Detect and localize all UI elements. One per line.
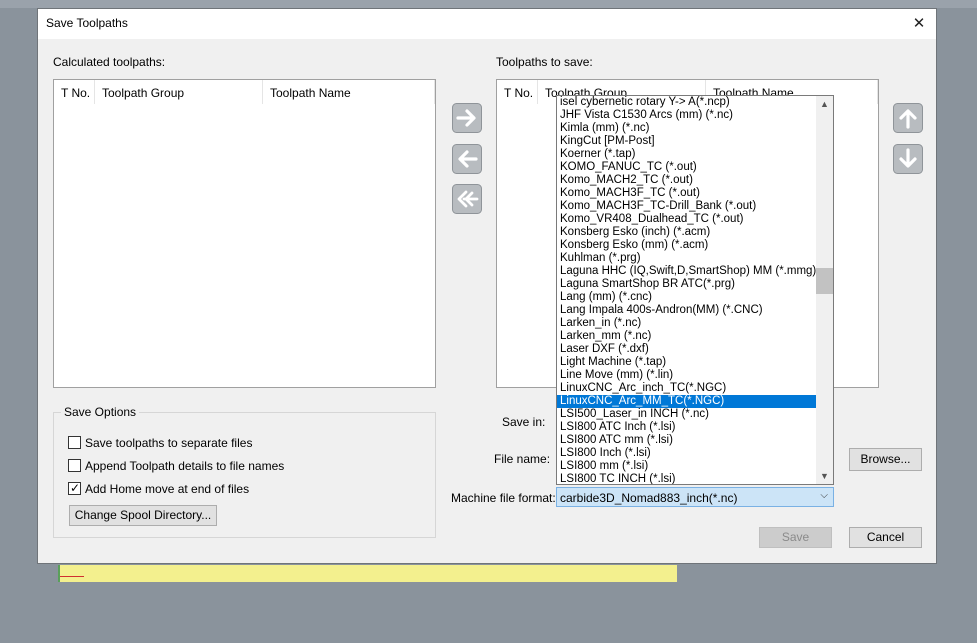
arrow-left-icon <box>452 144 482 174</box>
calculated-toolpaths-label: Calculated toolpaths: <box>53 55 166 69</box>
change-spool-directory-button[interactable]: Change Spool Directory... <box>69 505 217 526</box>
column-header-name[interactable]: Toolpath Name <box>263 80 435 104</box>
format-option[interactable]: Koerner (*.tap) <box>557 148 833 161</box>
format-option[interactable]: LinuxCNC_Arc_inch_TC(*.NGC) <box>557 382 833 395</box>
format-option[interactable]: isel cybernetic rotary Y-> A(*.ncp) <box>557 96 833 109</box>
format-option[interactable]: LSI800 mm (*.lsi) <box>557 460 833 473</box>
browse-button[interactable]: Browse... <box>849 448 922 471</box>
machine-format-value: carbide3D_Nomad883_inch(*.nc) <box>560 491 738 505</box>
format-option[interactable]: Lang Impala 400s-Andron(MM) (*.CNC) <box>557 304 833 317</box>
checkbox-label: Save toolpaths to separate files <box>85 436 253 450</box>
format-option[interactable]: Komo_MACH3F_TC (*.out) <box>557 187 833 200</box>
toolpaths-to-save-label: Toolpaths to save: <box>496 55 593 69</box>
check-icon: ✓ <box>70 481 81 495</box>
format-option[interactable]: LSI500_Laser_in INCH (*.nc) <box>557 408 833 421</box>
machine-format-select[interactable]: carbide3D_Nomad883_inch(*.nc) ⌵ <box>556 487 834 507</box>
double-arrow-left-icon <box>452 184 482 214</box>
arrow-right-icon <box>452 103 482 133</box>
arrow-up-icon <box>893 103 923 133</box>
title-bar: Save Toolpaths ✕ <box>38 9 936 39</box>
checkbox-label: Append Toolpath details to file names <box>85 459 285 473</box>
format-option[interactable]: LSI800 Inch (*.lsi) <box>557 447 833 460</box>
format-option[interactable]: Komo_MACH3F_TC-Drill_Bank (*.out) <box>557 200 833 213</box>
close-icon[interactable]: ✕ <box>908 13 930 35</box>
dialog-title: Save Toolpaths <box>46 16 128 30</box>
format-option[interactable]: LSI800 ATC mm (*.lsi) <box>557 434 833 447</box>
scroll-down-icon[interactable]: ▼ <box>816 469 833 483</box>
save-toolpaths-dialog: Save Toolpaths ✕ Calculated toolpaths: T… <box>37 8 937 564</box>
background-toolpath-line <box>60 576 84 583</box>
save-button[interactable]: Save <box>759 527 832 548</box>
background-canvas <box>58 565 677 582</box>
format-option[interactable]: Konsberg Esko (inch) (*.acm) <box>557 226 833 239</box>
format-option[interactable]: Konsberg Esko (mm) (*.acm) <box>557 239 833 252</box>
format-option[interactable]: LSI800 TC INCH (*.lsi) <box>557 473 833 484</box>
add-toolpath-button[interactable] <box>452 103 482 133</box>
format-option[interactable]: Laguna HHC (IQ,Swift,D,SmartShop) MM (*.… <box>557 265 833 278</box>
format-option[interactable]: LinuxCNC_Arc_MM_TC(*.NGC) <box>557 395 833 408</box>
dropdown-scrollbar[interactable]: ▲ ▼ <box>816 96 833 484</box>
machine-format-label: Machine file format: <box>451 491 556 505</box>
format-option[interactable]: LSI800 ATC Inch (*.lsi) <box>557 421 833 434</box>
save-options-title: Save Options <box>61 405 140 419</box>
move-down-button[interactable] <box>893 144 923 174</box>
scrollbar-thumb[interactable] <box>816 268 833 294</box>
checkbox-box[interactable] <box>68 436 81 449</box>
format-option[interactable]: Larken_in (*.nc) <box>557 317 833 330</box>
format-option[interactable]: KOMO_FANUC_TC (*.out) <box>557 161 833 174</box>
save-in-label: Save in: <box>502 415 546 429</box>
cancel-button[interactable]: Cancel <box>849 527 922 548</box>
format-option[interactable]: Kuhlman (*.prg) <box>557 252 833 265</box>
format-option[interactable]: Line Move (mm) (*.lin) <box>557 369 833 382</box>
checkbox-label: Add Home move at end of files <box>85 482 250 496</box>
remove-all-toolpaths-button[interactable] <box>452 184 482 214</box>
format-option[interactable]: JHF Vista C1530 Arcs (mm) (*.nc) <box>557 109 833 122</box>
checkbox-box[interactable]: ✓ <box>68 481 81 495</box>
format-option[interactable]: Lang (mm) (*.cnc) <box>557 291 833 304</box>
format-option[interactable]: Komo_VR408_Dualhead_TC (*.out) <box>557 213 833 226</box>
format-options: isel cybernetic rotary Y-> A(*.ncp) JHF V… <box>557 96 833 484</box>
format-option[interactable]: Komo_MACH2_TC (*.out) <box>557 174 833 187</box>
move-up-button[interactable] <box>893 103 923 133</box>
calculated-toolpaths-list[interactable]: T No. Toolpath Group Toolpath Name <box>53 79 436 388</box>
column-header-tno[interactable]: T No. <box>54 80 95 104</box>
format-option[interactable]: KingCut [PM-Post] <box>557 135 833 148</box>
chevron-down-icon[interactable]: ⌵ <box>820 490 828 501</box>
scroll-up-icon[interactable]: ▲ <box>816 97 833 111</box>
format-option[interactable]: Light Machine (*.tap) <box>557 356 833 369</box>
format-option[interactable]: Kimla (mm) (*.nc) <box>557 122 833 135</box>
save-options-group: Save Options Save toolpaths to separate … <box>53 405 436 538</box>
background-strip <box>0 0 977 8</box>
column-header-group[interactable]: Toolpath Group <box>95 80 263 104</box>
checkbox-box[interactable] <box>68 459 81 472</box>
arrow-down-icon <box>893 144 923 174</box>
file-name-label: File name: <box>494 452 551 466</box>
format-option[interactable]: Larken_mm (*.nc) <box>557 330 833 343</box>
format-option[interactable]: Laguna SmartShop BR ATC(*.prg) <box>557 278 833 291</box>
format-option[interactable]: Laser DXF (*.dxf) <box>557 343 833 356</box>
column-header-tno[interactable]: T No. <box>497 80 538 104</box>
machine-format-dropdown[interactable]: isel cybernetic rotary Y-> A(*.ncp) JHF V… <box>556 95 834 485</box>
remove-toolpath-button[interactable] <box>452 144 482 174</box>
